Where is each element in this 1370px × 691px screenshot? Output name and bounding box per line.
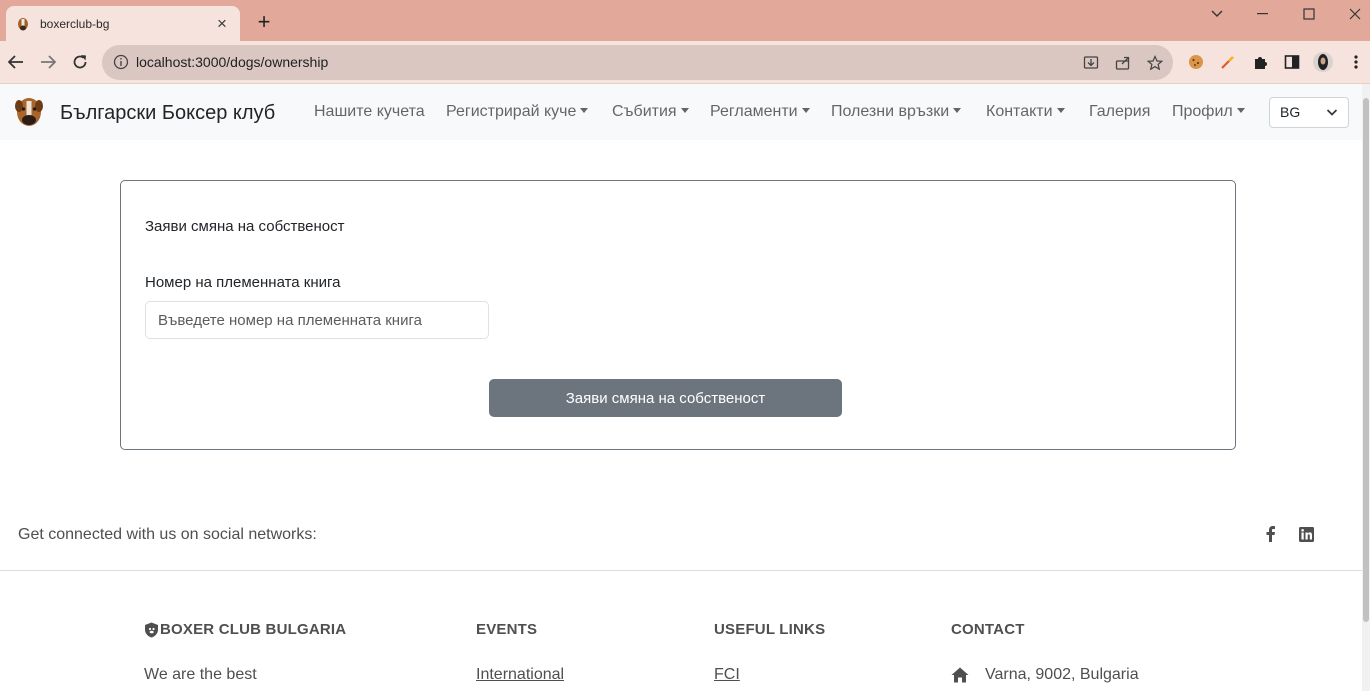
footer-useful-links-heading: USEFUL LINKS: [714, 621, 826, 638]
tab-title: boxerclub-bg: [40, 17, 110, 31]
nav-gallery[interactable]: Галерия: [1089, 103, 1150, 121]
profile-avatar[interactable]: [1313, 52, 1333, 72]
cookie-extension-icon[interactable]: [1186, 52, 1206, 72]
maximize-icon[interactable]: [1286, 0, 1332, 28]
side-panel-icon[interactable]: [1282, 52, 1302, 72]
tab-search-icon[interactable]: [1194, 0, 1240, 28]
chevron-down-icon: [1326, 109, 1338, 116]
footer-divider: [0, 570, 1362, 571]
boxer-favicon-icon: [18, 18, 28, 31]
form-title: Заяви смяна на собственост: [145, 218, 345, 235]
facebook-icon[interactable]: [1261, 525, 1279, 543]
caret-down-icon: [953, 108, 962, 113]
footer-events-heading: EVENTS: [476, 621, 538, 638]
social-connect-text: Get connected with us on social networks…: [18, 526, 317, 543]
tab-close-icon[interactable]: ×: [214, 15, 230, 32]
nav-events[interactable]: Събития: [612, 103, 689, 121]
url-text: localhost:3000/dogs/ownership: [136, 54, 329, 70]
forward-arrow-icon[interactable]: [37, 51, 59, 73]
ownership-form-card: Заяви смяна на собственост Номер на плем…: [120, 180, 1236, 450]
caret-down-icon: [1056, 108, 1065, 113]
caret-down-icon: [580, 108, 589, 113]
footer-address: Varna, 9002, Bulgaria: [951, 666, 1139, 684]
browser-tab[interactable]: boxerclub-bg ×: [6, 6, 240, 42]
site-navbar: Български Боксер клуб Нашите кучета Реги…: [0, 84, 1362, 140]
linkedin-icon[interactable]: [1297, 525, 1315, 543]
bookmark-star-icon[interactable]: [1146, 54, 1164, 72]
caret-down-icon: [1236, 108, 1245, 113]
footer-about-text: We are the best: [144, 666, 257, 683]
footer-link-international[interactable]: International: [476, 666, 564, 684]
nav-our-dogs[interactable]: Нашите кучета: [314, 103, 425, 121]
submit-ownership-button[interactable]: Заяви смяна на собственост: [489, 379, 842, 417]
extensions-puzzle-icon[interactable]: [1250, 52, 1270, 72]
nav-useful-links[interactable]: Полезни връзки: [831, 103, 962, 121]
minimize-icon[interactable]: [1240, 0, 1286, 28]
language-value: BG: [1280, 104, 1301, 120]
footer-link-fci[interactable]: FCI: [714, 666, 740, 684]
shield-dog-icon: [145, 622, 158, 637]
new-tab-button[interactable]: +: [252, 10, 276, 34]
boxer-logo-icon[interactable]: [14, 96, 44, 128]
nav-profile[interactable]: Профил: [1172, 103, 1245, 121]
nav-regulations[interactable]: Регламенти: [710, 103, 810, 121]
reload-icon[interactable]: [69, 51, 91, 73]
page-scrollbar[interactable]: [1362, 84, 1370, 691]
caret-down-icon: [801, 108, 810, 113]
caret-down-icon: [680, 108, 689, 113]
back-arrow-icon[interactable]: [5, 51, 27, 73]
install-app-icon[interactable]: [1082, 54, 1100, 72]
window-close-icon[interactable]: [1332, 0, 1370, 28]
home-icon: [951, 667, 969, 683]
browser-toolbar: localhost:3000/dogs/ownership: [0, 41, 1370, 84]
scrollbar-thumb[interactable]: [1363, 98, 1369, 622]
browser-tabstrip: boxerclub-bg × +: [0, 0, 1370, 42]
browser-menu-icon[interactable]: [1346, 52, 1366, 72]
pedigree-number-input[interactable]: [145, 301, 489, 339]
share-icon[interactable]: [1114, 54, 1132, 72]
pedigree-number-label: Номер на племенната книга: [145, 274, 341, 291]
footer-about-heading: BOXER CLUB BULGARIA: [144, 621, 346, 638]
address-bar[interactable]: localhost:3000/dogs/ownership: [102, 45, 1173, 80]
brand-title[interactable]: Български Боксер клуб: [60, 102, 275, 125]
language-select[interactable]: BG: [1269, 97, 1349, 128]
footer-contact-heading: CONTACT: [951, 621, 1025, 638]
color-picker-extension-icon[interactable]: [1218, 52, 1238, 72]
nav-register-dog[interactable]: Регистрирай куче: [446, 103, 589, 121]
site-info-icon[interactable]: [113, 54, 129, 70]
nav-contacts[interactable]: Контакти: [986, 103, 1065, 121]
